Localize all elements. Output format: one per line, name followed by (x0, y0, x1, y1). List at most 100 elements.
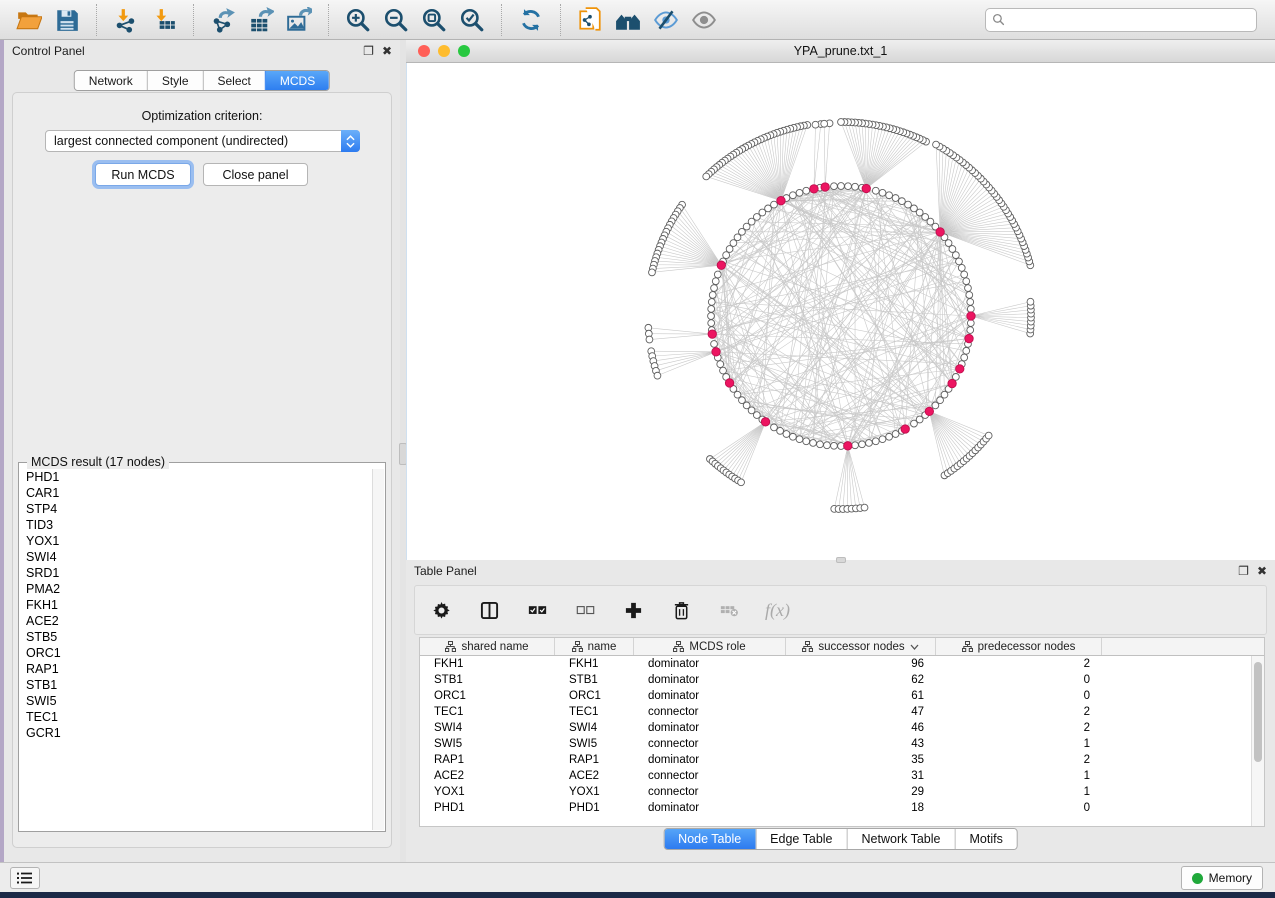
column-header-successor-nodes[interactable]: successor nodes (786, 638, 936, 655)
network-node[interactable] (726, 246, 733, 253)
mcds-result-item[interactable]: SWI4 (20, 549, 372, 565)
network-node[interactable] (985, 432, 992, 439)
export-image-icon[interactable] (280, 4, 318, 36)
network-node[interactable] (933, 141, 940, 148)
tab-style[interactable]: Style (147, 71, 203, 90)
import-table-icon[interactable] (145, 4, 183, 36)
mcds-result-item[interactable]: PHD1 (20, 469, 372, 485)
network-node[interactable] (821, 120, 828, 127)
network-node[interactable] (817, 441, 824, 448)
mcds-hub-node[interactable] (810, 185, 818, 193)
table-scrollbar[interactable] (1251, 656, 1264, 826)
network-node[interactable] (838, 119, 845, 126)
mcds-hub-node[interactable] (862, 184, 870, 192)
network-node[interactable] (789, 192, 796, 199)
zoom-in-icon[interactable] (339, 4, 377, 36)
mcds-result-item[interactable]: PMA2 (20, 581, 372, 597)
memory-button[interactable]: Memory (1181, 866, 1263, 890)
mcds-result-item[interactable]: CAR1 (20, 485, 372, 501)
network-node[interactable] (803, 187, 810, 194)
delete-column-trash-icon[interactable] (669, 598, 693, 622)
select-all-checks-icon[interactable] (525, 598, 549, 622)
network-node[interactable] (723, 252, 730, 259)
network-node[interactable] (789, 433, 796, 440)
mcds-result-item[interactable]: ORC1 (20, 645, 372, 661)
network-node[interactable] (708, 320, 715, 327)
network-node[interactable] (708, 306, 715, 313)
show-columns-icon[interactable] (477, 598, 501, 622)
network-node[interactable] (961, 354, 968, 361)
mcds-result-item[interactable]: SWI5 (20, 693, 372, 709)
network-node[interactable] (810, 440, 817, 447)
network-node[interactable] (738, 479, 745, 486)
clone-network-icon[interactable] (571, 4, 609, 36)
network-node[interactable] (886, 433, 893, 440)
float-table-panel-icon[interactable]: ❐ (1238, 565, 1249, 577)
zoom-out-icon[interactable] (377, 4, 415, 36)
network-node[interactable] (711, 285, 718, 292)
tab-network-table[interactable]: Network Table (847, 829, 955, 849)
tab-mcds[interactable]: MCDS (265, 71, 329, 90)
mcds-hub-node[interactable] (965, 334, 973, 342)
network-node[interactable] (720, 367, 727, 374)
network-node[interactable] (1027, 298, 1034, 305)
show-all-eye-icon[interactable] (685, 4, 723, 36)
add-column-icon[interactable] (621, 598, 645, 622)
network-node[interactable] (892, 195, 899, 202)
column-header-MCDS-role[interactable]: MCDS role (634, 638, 786, 655)
network-node[interactable] (859, 441, 866, 448)
network-node[interactable] (879, 436, 886, 443)
mcds-hub-node[interactable] (777, 196, 785, 204)
mcds-result-item[interactable]: STP4 (20, 501, 372, 517)
network-node[interactable] (796, 436, 803, 443)
network-node[interactable] (711, 341, 718, 348)
mcds-result-item[interactable]: STB1 (20, 677, 372, 693)
network-node[interactable] (712, 278, 719, 285)
network-canvas[interactable] (406, 63, 1275, 560)
network-node[interactable] (966, 292, 973, 299)
network-node[interactable] (861, 504, 868, 511)
table-row[interactable]: TEC1TEC1connector472 (420, 704, 1264, 720)
mcds-result-item[interactable]: RAP1 (20, 661, 372, 677)
network-node[interactable] (714, 271, 721, 278)
network-node[interactable] (965, 285, 972, 292)
network-node[interactable] (967, 327, 974, 334)
mcds-result-item[interactable]: ACE2 (20, 613, 372, 629)
mcds-hub-node[interactable] (948, 379, 956, 387)
run-mcds-button[interactable]: Run MCDS (95, 163, 191, 186)
column-header-name[interactable]: name (555, 638, 634, 655)
table-row[interactable]: YOX1YOX1connector291 (420, 784, 1264, 800)
network-node[interactable] (872, 438, 879, 445)
network-node[interactable] (654, 372, 661, 379)
network-node[interactable] (777, 427, 784, 434)
network-node[interactable] (831, 442, 838, 449)
network-node[interactable] (646, 336, 653, 343)
mcds-hub-node[interactable] (925, 407, 933, 415)
network-node[interactable] (963, 347, 970, 354)
network-node[interactable] (967, 306, 974, 313)
deselect-all-checks-icon[interactable] (573, 598, 597, 622)
mcds-result-item[interactable]: TID3 (20, 517, 372, 533)
network-node[interactable] (958, 264, 965, 271)
tab-edge-table[interactable]: Edge Table (755, 829, 846, 849)
close-panel-button[interactable]: Close panel (203, 163, 308, 186)
scrollbar-thumb[interactable] (1254, 662, 1262, 762)
delete-table-icon[interactable] (717, 598, 741, 622)
import-network-icon[interactable] (107, 4, 145, 36)
network-node[interactable] (831, 183, 838, 190)
network-node[interactable] (824, 442, 831, 449)
table-row[interactable]: SWI4SWI4dominator462 (420, 720, 1264, 736)
mcds-hub-node[interactable] (761, 418, 769, 426)
mcds-result-item[interactable]: FKH1 (20, 597, 372, 613)
search-input[interactable] (985, 8, 1257, 32)
optimization-criterion-select[interactable]: largest connected component (undirected) (45, 130, 360, 152)
table-row[interactable]: SWI5SWI5connector431 (420, 736, 1264, 752)
apply-function-icon[interactable]: f(x) (765, 600, 790, 621)
network-node[interactable] (961, 271, 968, 278)
save-icon[interactable] (48, 4, 86, 36)
network-node[interactable] (956, 258, 963, 265)
network-node[interactable] (879, 189, 886, 196)
tab-motifs[interactable]: Motifs (954, 829, 1016, 849)
network-node[interactable] (963, 278, 970, 285)
export-table-icon[interactable] (242, 4, 280, 36)
